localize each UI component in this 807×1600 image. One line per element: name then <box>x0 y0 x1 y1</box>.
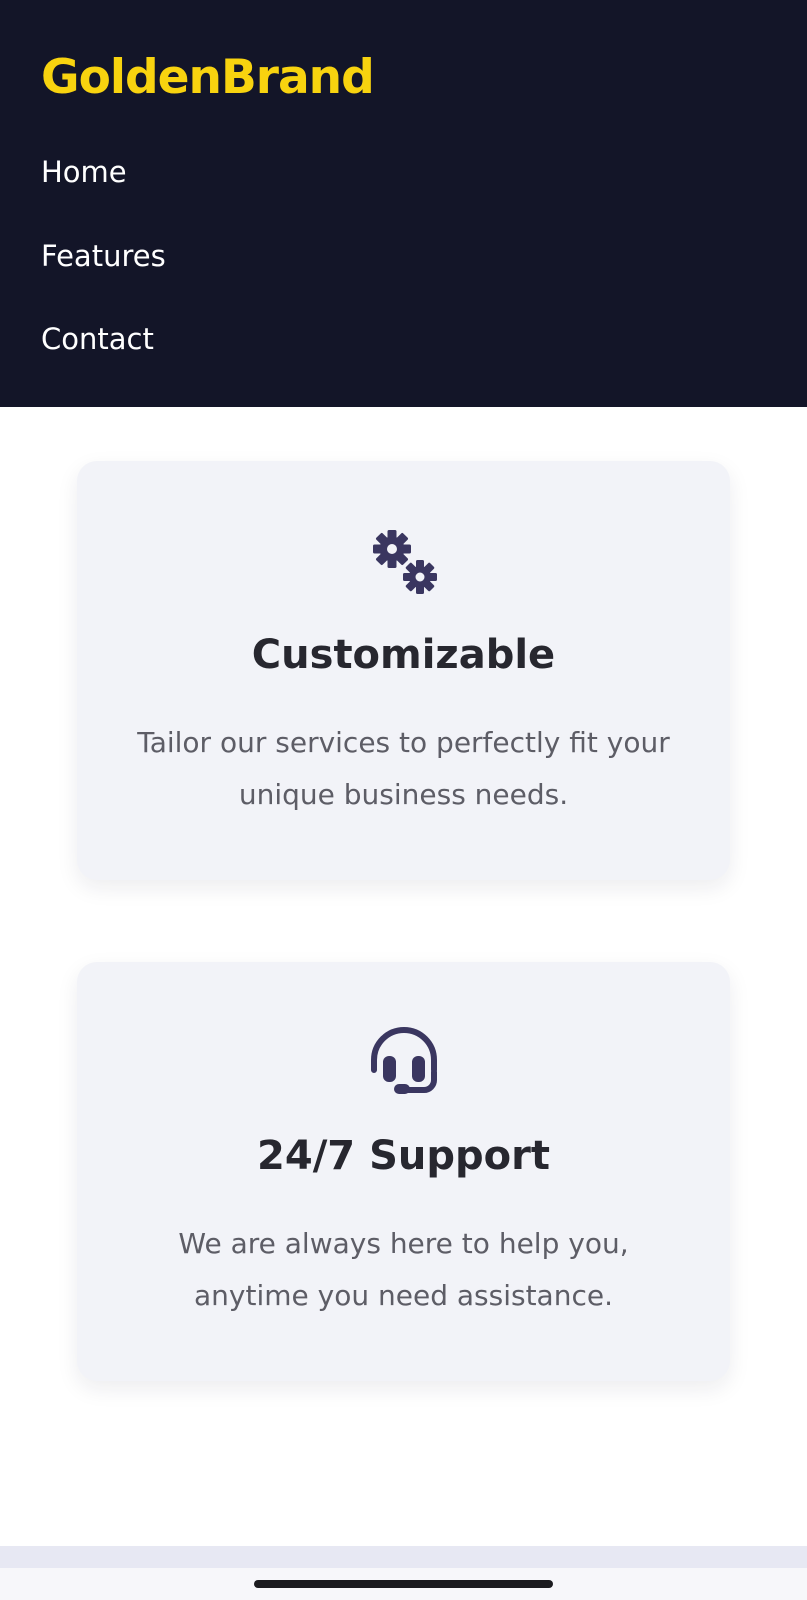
feature-card-support: 24/7 Support We are always here to help … <box>77 962 730 1381</box>
gears-icon <box>364 521 444 601</box>
feature-description: Tailor our services to perfectly fit you… <box>137 726 670 811</box>
page-footer-strip <box>0 1546 807 1568</box>
nav-contact-link[interactable]: Contact <box>41 319 154 359</box>
feature-card-customizable: Customizable Tailor our services to perf… <box>77 461 730 880</box>
site-header: GoldenBrand Home Features Contact <box>0 0 807 407</box>
feature-title: Customizable <box>251 632 556 678</box>
headset-icon <box>364 1022 444 1102</box>
feature-description: We are always here to help you, anytime … <box>178 1227 629 1312</box>
home-indicator[interactable] <box>254 1580 553 1588</box>
feature-title: 24/7 Support <box>257 1133 550 1179</box>
nav-home-link[interactable]: Home <box>41 152 127 192</box>
nav-features-link[interactable]: Features <box>41 236 166 276</box>
brand-logo[interactable]: GoldenBrand <box>41 48 375 108</box>
